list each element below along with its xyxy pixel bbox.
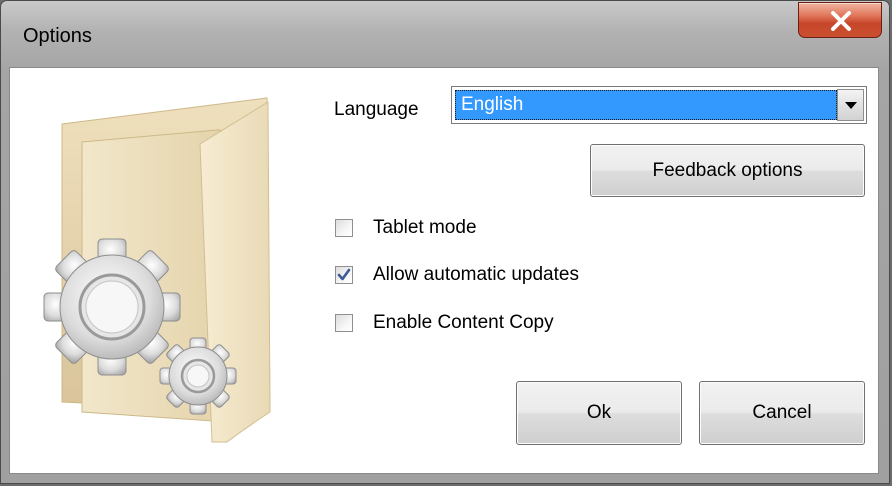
language-selected-value: English xyxy=(455,90,837,120)
content-copy-checkbox[interactable] xyxy=(335,314,353,332)
dialog-content: Language English Feedback options Tablet… xyxy=(9,67,879,474)
language-select[interactable]: English xyxy=(451,86,867,124)
chevron-down-icon xyxy=(845,102,857,109)
folder-settings-icon xyxy=(43,97,271,443)
tablet-mode-checkbox[interactable] xyxy=(335,219,353,237)
cancel-button[interactable]: Cancel xyxy=(699,381,865,445)
tablet-mode-label: Tablet mode xyxy=(373,217,477,238)
language-label: Language xyxy=(334,99,419,120)
title-bar[interactable]: Options xyxy=(1,1,889,67)
content-copy-label: Enable Content Copy xyxy=(373,312,554,333)
feedback-options-button[interactable]: Feedback options xyxy=(590,144,865,197)
automatic-updates-label: Allow automatic updates xyxy=(373,264,579,285)
window-title: Options xyxy=(23,25,92,47)
close-button[interactable] xyxy=(798,2,882,38)
ok-button[interactable]: Ok xyxy=(516,381,682,445)
checkmark-icon xyxy=(337,268,351,281)
automatic-updates-checkbox[interactable] xyxy=(335,266,353,284)
dropdown-button[interactable] xyxy=(837,89,864,121)
options-dialog: Options Language English Feedback option… xyxy=(0,0,890,484)
close-x-icon xyxy=(831,11,851,31)
